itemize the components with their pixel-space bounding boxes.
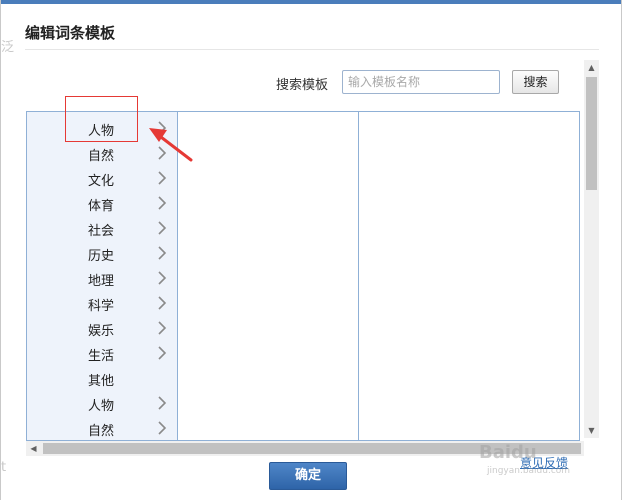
category-item[interactable]: 历史 bbox=[27, 241, 177, 266]
category-label: 自然 bbox=[88, 424, 115, 439]
category-label: 自然 bbox=[88, 149, 115, 164]
category-item[interactable]: 人物 bbox=[27, 391, 177, 416]
baidu-jingyan-watermark: Baidu jingyan.baidu.com bbox=[479, 442, 570, 476]
category-label: 科学 bbox=[88, 299, 115, 314]
category-label: 体育 bbox=[88, 199, 115, 214]
category-label: 其他 bbox=[88, 374, 115, 389]
watermark-sub: jingyan.baidu.com bbox=[487, 466, 571, 476]
category-item[interactable]: 生活 bbox=[27, 341, 177, 366]
category-item[interactable]: 其他 bbox=[27, 366, 177, 391]
chevron-right-icon bbox=[158, 271, 167, 285]
chevron-right-icon bbox=[158, 196, 167, 210]
template-list-column bbox=[359, 112, 579, 440]
watermark-brand: Baidu bbox=[479, 442, 537, 463]
chevron-right-icon bbox=[158, 171, 167, 185]
vertical-scrollbar[interactable]: ▲ ▼ bbox=[584, 60, 599, 438]
subcategory-column bbox=[178, 112, 358, 440]
search-template-label: 搜索模板 bbox=[276, 78, 329, 93]
category-label: 文化 bbox=[88, 174, 115, 189]
chevron-right-icon bbox=[158, 296, 167, 310]
scroll-up-arrow-icon[interactable]: ▲ bbox=[584, 60, 599, 75]
annotation-arrow-icon bbox=[149, 128, 193, 162]
category-label: 地理 bbox=[88, 274, 115, 289]
category-label: 社会 bbox=[88, 224, 115, 239]
dialog-top-accent-bar bbox=[1, 0, 621, 4]
confirm-button[interactable]: 确定 bbox=[269, 462, 347, 490]
chevron-right-icon bbox=[158, 221, 167, 235]
edit-entry-template-dialog: 泛 t 编辑词条模板 搜索模板 搜索 ▲ ▼ 人物自然文化体育社会历史地理科学娱… bbox=[0, 0, 622, 500]
category-item[interactable]: 科学 bbox=[27, 291, 177, 316]
category-label: 生活 bbox=[88, 349, 115, 364]
category-label: 娱乐 bbox=[88, 324, 115, 339]
template-category-panel: 人物 自然 文化 体育 社会 历史 地理 科学 娱乐 生活 其他 人物 自然 bbox=[26, 111, 580, 441]
scroll-down-arrow-icon[interactable]: ▼ bbox=[584, 423, 599, 438]
category-label: 历史 bbox=[88, 249, 115, 264]
chevron-right-icon bbox=[158, 421, 167, 435]
category-item[interactable]: 自然 bbox=[27, 416, 177, 440]
dialog-title: 编辑词条模板 bbox=[25, 24, 116, 42]
category-item[interactable]: 地理 bbox=[27, 266, 177, 291]
background-text-fragment: t bbox=[1, 460, 7, 475]
search-button[interactable]: 搜索 bbox=[512, 70, 559, 94]
category-item[interactable]: 娱乐 bbox=[27, 316, 177, 341]
chevron-right-icon bbox=[158, 396, 167, 410]
category-item[interactable]: 社会 bbox=[27, 216, 177, 241]
category-label: 人物 bbox=[88, 399, 115, 414]
title-divider bbox=[25, 49, 599, 50]
template-name-search-input[interactable] bbox=[342, 70, 500, 94]
annotation-highlight-box bbox=[65, 96, 138, 142]
category-item[interactable]: 文化 bbox=[27, 166, 177, 191]
chevron-right-icon bbox=[158, 346, 167, 360]
category-item[interactable]: 体育 bbox=[27, 191, 177, 216]
chevron-right-icon bbox=[158, 321, 167, 335]
chevron-right-icon bbox=[158, 246, 167, 260]
scroll-left-arrow-icon[interactable]: ◀ bbox=[26, 441, 41, 456]
vertical-scroll-thumb[interactable] bbox=[586, 77, 597, 190]
background-text-fragment: 泛 bbox=[1, 40, 15, 55]
